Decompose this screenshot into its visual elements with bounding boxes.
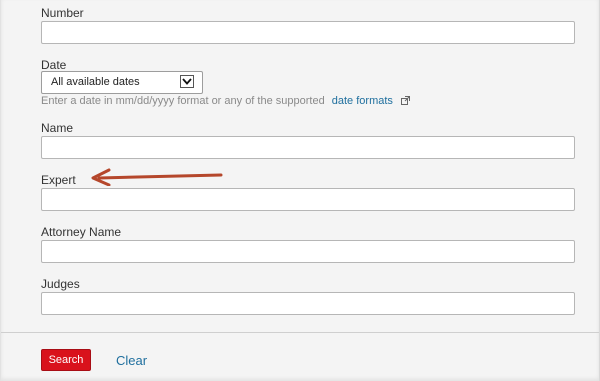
number-label: Number xyxy=(41,6,84,20)
date-hint: Enter a date in mm/dd/yyyy format or any… xyxy=(41,95,410,108)
search-button[interactable]: Search xyxy=(41,349,91,371)
judges-label: Judges xyxy=(41,277,80,291)
chevron-down-icon[interactable] xyxy=(180,75,194,88)
attorney-name-label: Attorney Name xyxy=(41,225,122,239)
name-input[interactable] xyxy=(41,136,575,159)
clear-link[interactable]: Clear xyxy=(116,353,147,368)
date-select[interactable]: All available dates xyxy=(41,71,203,94)
attorney-name-input[interactable] xyxy=(41,240,575,263)
date-select-value: All available dates xyxy=(51,76,140,88)
date-formats-link[interactable]: date formats xyxy=(332,95,393,107)
name-label: Name xyxy=(41,121,74,135)
expert-input[interactable] xyxy=(41,188,575,211)
number-input[interactable] xyxy=(41,21,575,44)
date-label: Date xyxy=(41,58,67,72)
expert-label: Expert xyxy=(41,173,76,187)
arrow-left-icon xyxy=(87,166,227,191)
date-hint-text: Enter a date in mm/dd/yyyy format or any… xyxy=(41,95,325,107)
form-divider xyxy=(1,332,599,333)
judges-input[interactable] xyxy=(41,292,575,315)
external-link-icon[interactable] xyxy=(400,96,410,108)
search-form-panel: Number Date All available dates Enter a … xyxy=(0,0,600,381)
